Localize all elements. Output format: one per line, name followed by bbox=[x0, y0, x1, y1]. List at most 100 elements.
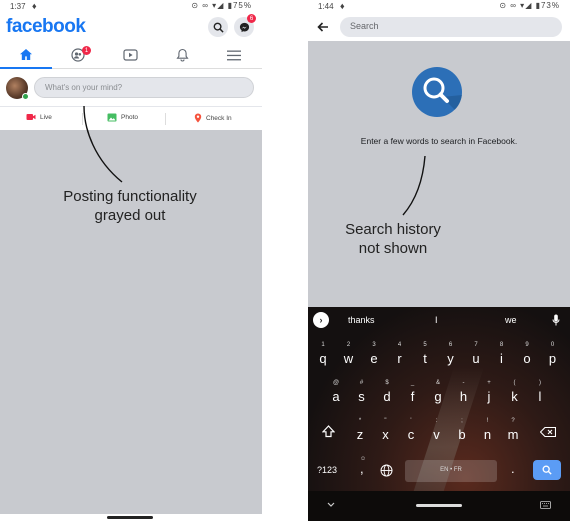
key-label-r: r bbox=[397, 351, 402, 366]
key-u[interactable]: 7u bbox=[464, 342, 488, 366]
key-m[interactable]: ? m bbox=[501, 418, 525, 442]
left-annotation-line1: Posting functionality bbox=[63, 188, 197, 205]
key-r[interactable]: 4r bbox=[388, 342, 412, 366]
key-hint-n: ! bbox=[486, 418, 489, 424]
key-s[interactable]: # s bbox=[350, 380, 374, 404]
key-hint-o: 9 bbox=[525, 342, 529, 348]
shift-icon[interactable] bbox=[322, 425, 335, 438]
key-hint-p: 0 bbox=[550, 342, 555, 348]
key-k[interactable]: (k bbox=[503, 380, 527, 404]
key-hint-k: ( bbox=[513, 380, 516, 386]
suggestion-2[interactable]: I bbox=[435, 315, 438, 325]
key-f[interactable]: _ f bbox=[401, 380, 425, 404]
key-i[interactable]: 8i bbox=[490, 342, 514, 366]
annotation-arrow bbox=[83, 105, 123, 183]
key-label-a: a bbox=[332, 389, 340, 404]
key-hint-r: 4 bbox=[397, 342, 402, 348]
hide-keyboard-icon[interactable] bbox=[327, 502, 335, 508]
key-hint-z: * bbox=[358, 418, 362, 424]
key-hint-q: 1 bbox=[321, 342, 325, 348]
key-h[interactable]: -h bbox=[452, 380, 476, 404]
right-annotation-line1: Search history bbox=[345, 221, 441, 238]
keyboard-nav-bar bbox=[308, 491, 570, 521]
language-globe-icon[interactable] bbox=[380, 464, 393, 477]
key-hint-s: # bbox=[359, 380, 364, 386]
key-label-c: c bbox=[407, 427, 415, 442]
key-label-u: u bbox=[472, 351, 480, 366]
key-label-s: s bbox=[358, 389, 365, 404]
key-label-x: x bbox=[382, 427, 389, 442]
key-v[interactable]: :v bbox=[425, 418, 449, 442]
key-label-d: d bbox=[383, 389, 391, 404]
key-hint-c: ' bbox=[410, 418, 412, 424]
key-t[interactable]: 5t bbox=[413, 342, 437, 366]
suggestion-1[interactable]: thanks bbox=[348, 315, 375, 325]
microphone-icon[interactable] bbox=[552, 314, 560, 326]
key-hint-f: _ bbox=[410, 380, 415, 386]
key-hint-t: 5 bbox=[423, 342, 427, 348]
key-x[interactable]: " x bbox=[374, 418, 398, 442]
key-hint-w: 2 bbox=[346, 342, 351, 348]
key-z[interactable]: * z bbox=[348, 418, 372, 442]
key-o[interactable]: 9o bbox=[515, 342, 539, 366]
key-label-v: v bbox=[433, 427, 440, 442]
home-gesture-pill[interactable] bbox=[416, 504, 462, 507]
backspace-icon[interactable] bbox=[540, 427, 556, 437]
key-e[interactable]: 3e bbox=[362, 342, 386, 366]
period-key[interactable]: . bbox=[511, 461, 515, 476]
right-annotation: Search history not shown bbox=[323, 220, 463, 258]
key-p[interactable]: 0p bbox=[541, 342, 565, 366]
key-hint-i: 8 bbox=[499, 342, 504, 348]
key-y[interactable]: 6y bbox=[439, 342, 463, 366]
key-g[interactable]: & g bbox=[426, 380, 450, 404]
key-b[interactable]: ; b bbox=[450, 418, 474, 442]
comma-key[interactable]: , bbox=[360, 461, 364, 476]
emoji-hint-icon: ☺ bbox=[360, 456, 367, 462]
right-screenshot: 1:44 ♦ ⊙ ∞ ▾◢ ▮73% Search Enter a few wo… bbox=[308, 0, 570, 521]
search-icon bbox=[542, 465, 552, 475]
key-a[interactable]: @ a bbox=[324, 380, 348, 404]
key-label-o: o bbox=[523, 351, 531, 366]
suggestion-3[interactable]: we bbox=[505, 315, 517, 325]
key-hint-u: 7 bbox=[474, 342, 478, 348]
keyboard-switch-icon[interactable] bbox=[540, 501, 551, 509]
key-q[interactable]: 1q bbox=[311, 342, 335, 366]
key-hint-b: ; bbox=[461, 418, 463, 424]
symbols-key[interactable]: ?123 bbox=[317, 465, 337, 475]
key-hint-m: ? bbox=[511, 418, 515, 424]
key-label-t: t bbox=[423, 351, 427, 366]
key-label-i: i bbox=[500, 351, 503, 366]
key-label-l: l bbox=[538, 389, 542, 404]
key-label-q: q bbox=[319, 351, 327, 366]
key-w[interactable]: 2w bbox=[337, 342, 361, 366]
space-bar[interactable]: EN • FR bbox=[405, 460, 497, 482]
search-enter-key[interactable] bbox=[533, 460, 561, 480]
key-c[interactable]: ' c bbox=[399, 418, 423, 442]
expand-toolbar-button[interactable]: › bbox=[313, 312, 329, 328]
left-annotation-line2: grayed out bbox=[94, 207, 166, 224]
key-hint-j: + bbox=[487, 380, 491, 386]
key-label-g: g bbox=[434, 389, 442, 404]
key-label-k: k bbox=[511, 389, 518, 404]
key-l[interactable]: ) l bbox=[528, 380, 552, 404]
key-j[interactable]: + j bbox=[477, 380, 501, 404]
key-hint-y: 6 bbox=[448, 342, 453, 348]
home-gesture-pill[interactable] bbox=[107, 516, 153, 519]
key-hint-v: : bbox=[435, 418, 438, 424]
key-d[interactable]: $ d bbox=[375, 380, 399, 404]
key-n[interactable]: ! n bbox=[476, 418, 500, 442]
suggestion-strip: › thanks I we bbox=[308, 307, 570, 333]
key-label-p: p bbox=[548, 351, 557, 366]
key-hint-l: ) bbox=[539, 380, 541, 386]
right-annotation-line2: not shown bbox=[358, 240, 428, 257]
key-hint-a: @ bbox=[332, 380, 340, 386]
key-hint-x: " bbox=[384, 418, 387, 424]
key-label-y: y bbox=[447, 351, 454, 366]
left-screenshot: 1:37 ♦ ⊙ ∞ ▾◢ ▮75% facebook 6 1 What's o… bbox=[0, 0, 262, 521]
key-hint-d: $ bbox=[385, 380, 389, 386]
key-label-m: m bbox=[507, 427, 519, 442]
key-label-f: f bbox=[410, 389, 415, 404]
key-label-b: b bbox=[458, 427, 466, 442]
key-label-e: e bbox=[370, 351, 378, 366]
on-screen-keyboard: › thanks I we 1q2w3e4r5t6y7u8i9o0p @ a # s $… bbox=[308, 307, 570, 521]
